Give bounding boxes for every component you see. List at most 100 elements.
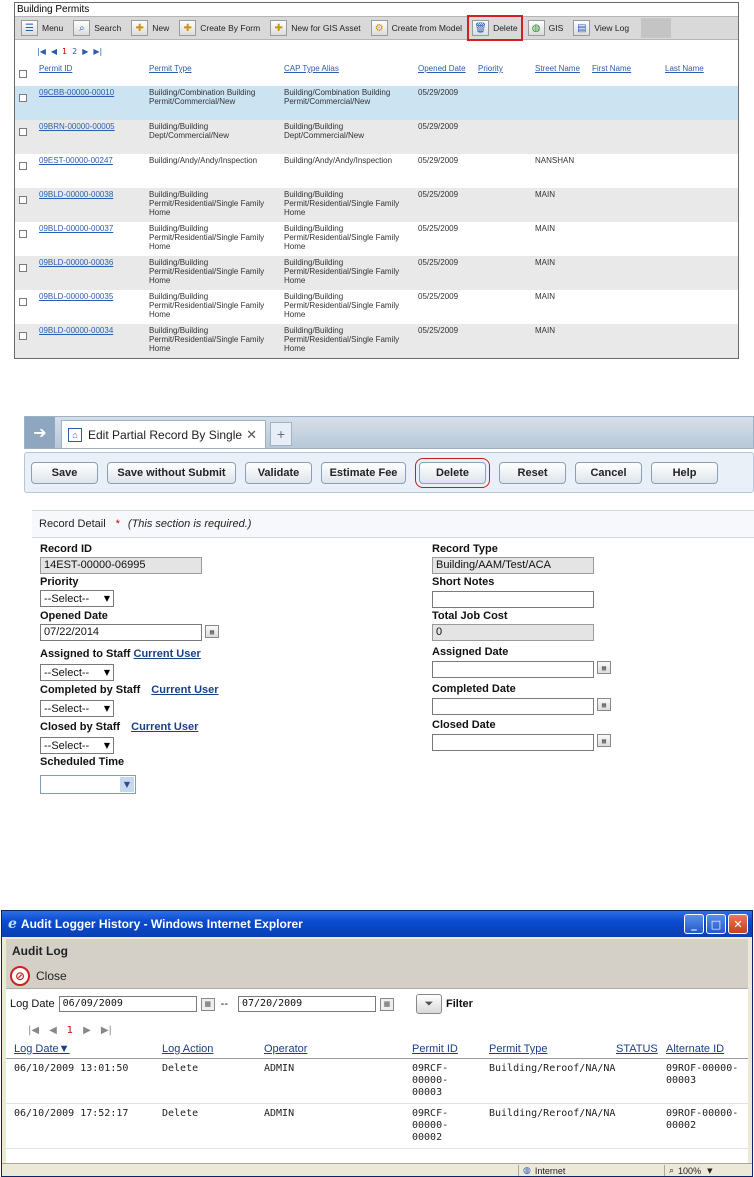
estimate-fee-button[interactable]: Estimate Fee xyxy=(321,461,406,484)
col-header[interactable]: Permit ID xyxy=(37,62,147,86)
toolbar-search-button[interactable]: ⌕ Search xyxy=(71,18,123,38)
calendar-icon[interactable]: ▦ xyxy=(597,661,611,674)
select-all-header[interactable] xyxy=(15,62,37,86)
scheduled-time-select[interactable]: ▼ xyxy=(40,775,136,794)
calendar-icon[interactable]: ▦ xyxy=(597,698,611,711)
permit-id-link[interactable]: 09BRN-00000-00005 xyxy=(37,120,147,154)
collapse-arrow-icon[interactable]: ➔ xyxy=(25,417,55,448)
toolbar-create-from-model-button[interactable]: ⚙ Create from Model xyxy=(369,18,464,38)
permit-id-link[interactable]: 09CBB-00000-00010 xyxy=(37,86,147,120)
save-without-submit-button[interactable]: Save without Submit xyxy=(107,461,236,484)
row-checkbox[interactable] xyxy=(19,332,27,340)
table-row[interactable]: 09EST-00000-00247 Building/Andy/Andy/Insp… xyxy=(15,154,738,188)
permit-id-link[interactable]: 09BLD-00000-00038 xyxy=(37,188,147,222)
toolbar-delete-button[interactable]: 🗑 Delete xyxy=(467,15,523,41)
toolbar-menu-button[interactable]: ☰ Menu xyxy=(19,18,65,38)
closed-date-field[interactable] xyxy=(432,734,594,751)
calendar-icon[interactable]: ▦ xyxy=(379,997,394,1011)
col-header[interactable]: Operator xyxy=(256,1041,404,1059)
assigned-staff-select[interactable]: --Select-- ▼ xyxy=(40,664,114,681)
completed-staff-select[interactable]: --Select-- ▼ xyxy=(40,700,114,717)
closed-staff-select[interactable]: --Select-- ▼ xyxy=(40,737,114,754)
col-header[interactable]: Street Name xyxy=(533,62,590,86)
filter-button-label[interactable]: Filter xyxy=(446,998,473,1010)
maximize-icon[interactable]: □ xyxy=(706,914,726,934)
row-select-cell[interactable] xyxy=(15,256,37,290)
col-header[interactable]: First Name xyxy=(590,62,663,86)
short-notes-field[interactable] xyxy=(432,591,594,608)
date-from-input[interactable]: 06/09/2009 xyxy=(58,996,197,1012)
table-row[interactable]: 09CBB-00000-00010 Building/Combination Bu… xyxy=(15,86,738,120)
completed-current-user-link[interactable]: Current User xyxy=(151,684,218,696)
row-checkbox[interactable] xyxy=(19,162,27,170)
close-window-icon[interactable]: ✕ xyxy=(728,914,748,934)
col-header[interactable]: STATUS xyxy=(608,1041,658,1059)
table-row[interactable]: 09BRN-00000-00005 Building/Building Dept/… xyxy=(15,120,738,154)
delete-button[interactable]: Delete xyxy=(415,457,490,488)
toolbar-new-button[interactable]: ✚ New xyxy=(129,18,171,38)
zoom-control[interactable]: ⌕ 100% ▼ xyxy=(664,1164,752,1176)
calendar-icon[interactable]: ▦ xyxy=(200,997,215,1011)
toolbar-create-by-form-button[interactable]: ✚ Create By Form xyxy=(177,18,262,38)
reset-button[interactable]: Reset xyxy=(499,461,566,484)
first-page-icon[interactable]: |◀ xyxy=(28,1025,39,1036)
calendar-icon[interactable]: ▦ xyxy=(597,734,611,747)
cancel-button[interactable]: Cancel xyxy=(575,461,642,484)
closed-current-user-link[interactable]: Current User xyxy=(131,721,198,733)
col-header[interactable]: Opened Date xyxy=(416,62,476,86)
next-page-icon[interactable]: ▶ xyxy=(82,47,88,56)
close-circle-icon[interactable]: ⊘ xyxy=(10,965,30,986)
new-tab-button[interactable]: + xyxy=(270,422,292,446)
assigned-date-field[interactable] xyxy=(432,661,594,678)
assigned-current-user-link[interactable]: Current User xyxy=(134,648,201,660)
table-row[interactable]: 09BLD-00000-00035 Building/Building Permi… xyxy=(15,290,738,324)
row-select-cell[interactable] xyxy=(15,290,37,324)
minimize-icon[interactable]: _ xyxy=(684,914,704,934)
row-checkbox[interactable] xyxy=(19,196,27,204)
validate-button[interactable]: Validate xyxy=(245,461,312,484)
col-header[interactable]: Alternate ID xyxy=(658,1041,748,1059)
row-select-cell[interactable] xyxy=(15,120,37,154)
save-button[interactable]: Save xyxy=(31,461,98,484)
col-header[interactable]: Log Date▼ xyxy=(6,1041,154,1059)
first-page-icon[interactable]: |◀ xyxy=(37,47,46,56)
toolbar-gis-button[interactable]: ◍ GIS xyxy=(526,18,566,38)
toolbar-view-log-button[interactable]: ▤ View Log xyxy=(571,18,631,38)
funnel-icon[interactable]: ⏷ xyxy=(415,994,442,1014)
col-header[interactable]: Permit Type xyxy=(481,1041,608,1059)
prev-page-icon[interactable]: ◀ xyxy=(49,1025,57,1036)
opened-date-field[interactable]: 07/22/2014 xyxy=(40,624,202,641)
help-button[interactable]: Help xyxy=(651,461,718,484)
page-link-2[interactable]: 2 xyxy=(72,47,77,56)
close-button-label[interactable]: Close xyxy=(36,969,67,983)
table-row[interactable]: 09BLD-00000-00034 Building/Building Permi… xyxy=(15,324,738,358)
last-page-icon[interactable]: ▶| xyxy=(101,1025,112,1036)
col-header[interactable]: Priority xyxy=(476,62,533,86)
permit-id-link[interactable]: 09BLD-00000-00036 xyxy=(37,256,147,290)
table-row[interactable]: 09BLD-00000-00038 Building/Building Permi… xyxy=(15,188,738,222)
date-to-input[interactable]: 07/20/2009 xyxy=(237,996,376,1012)
page-link-1[interactable]: 1 xyxy=(62,47,67,56)
toolbar-new-for-gis-asset-button[interactable]: ✚ New for GIS Asset xyxy=(268,18,362,38)
row-checkbox[interactable] xyxy=(19,298,27,306)
table-row[interactable]: 09BLD-00000-00036 Building/Building Permi… xyxy=(15,256,738,290)
col-header[interactable]: CAP Type Alias xyxy=(282,62,416,86)
row-checkbox[interactable] xyxy=(19,230,27,238)
row-checkbox[interactable] xyxy=(19,264,27,272)
next-page-icon[interactable]: ▶ xyxy=(83,1025,91,1036)
col-header[interactable]: Permit Type xyxy=(147,62,282,86)
permit-id-link[interactable]: 09BLD-00000-00037 xyxy=(37,222,147,256)
last-page-icon[interactable]: ▶| xyxy=(93,47,102,56)
priority-select[interactable]: --Select-- ▼ xyxy=(40,590,114,607)
row-select-cell[interactable] xyxy=(15,86,37,120)
row-checkbox[interactable] xyxy=(19,128,27,136)
row-checkbox[interactable] xyxy=(19,94,27,102)
row-select-cell[interactable] xyxy=(15,324,37,358)
permit-id-link[interactable]: 09BLD-00000-00034 xyxy=(37,324,147,358)
completed-date-field[interactable] xyxy=(432,698,594,715)
col-header[interactable]: Last Name xyxy=(663,62,738,86)
permit-id-link[interactable]: 09EST-00000-00247 xyxy=(37,154,147,188)
row-select-cell[interactable] xyxy=(15,222,37,256)
calendar-icon[interactable]: ▦ xyxy=(205,625,219,638)
row-select-cell[interactable] xyxy=(15,154,37,188)
